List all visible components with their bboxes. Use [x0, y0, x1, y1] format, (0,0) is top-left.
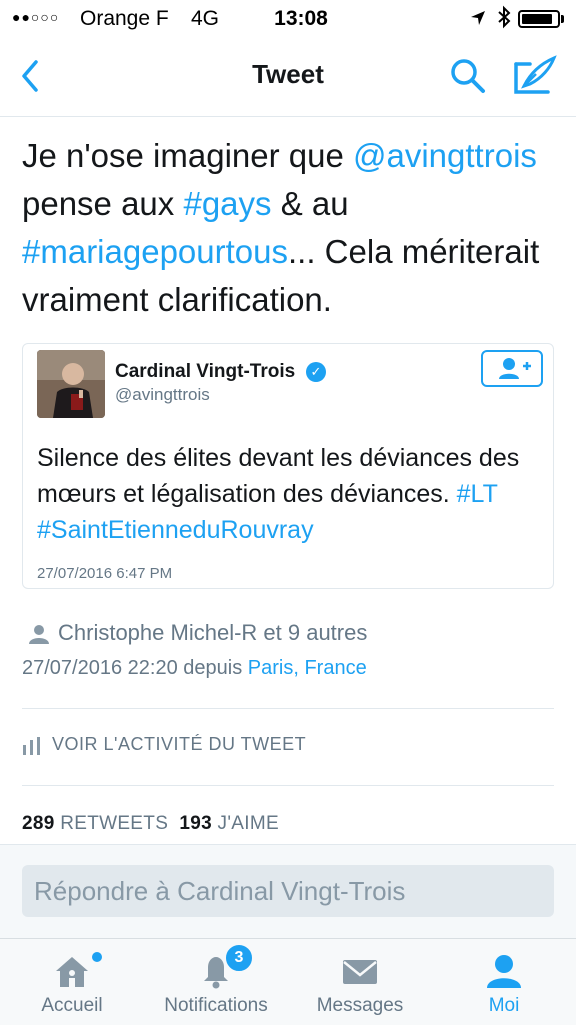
hashtag-link[interactable]: #gays: [183, 185, 271, 222]
bar-chart-icon: [23, 737, 40, 755]
timestamp-text: 27/07/2016 22:20 depuis: [22, 657, 248, 679]
compose-icon: [514, 55, 557, 94]
likes-count[interactable]: 193: [179, 813, 212, 834]
search-icon: [451, 59, 485, 93]
tab-me[interactable]: Moi: [432, 939, 576, 1025]
verified-badge-icon: ✓: [306, 362, 326, 382]
hashtag-link[interactable]: #LT: [457, 480, 498, 508]
clock: 13:08: [274, 7, 328, 30]
compose-tweet-button[interactable]: [512, 54, 558, 98]
page-title: Tweet: [252, 59, 324, 89]
tab-bar: Accueil 3 Notifications Messages Moi: [0, 938, 576, 1025]
retweets-count[interactable]: 289: [22, 813, 55, 834]
mention-link[interactable]: @avingttrois: [353, 137, 537, 174]
retweets-label[interactable]: RETWEETS: [60, 813, 168, 834]
retweeters-summary[interactable]: Christophe Michel-R et 9 autres: [58, 620, 367, 646]
tab-label: Messages: [316, 995, 404, 1016]
status-bar: ●●○○○ Orange F 4G 13:08: [0, 0, 576, 38]
tab-home[interactable]: Accueil: [0, 939, 144, 1025]
search-button[interactable]: [448, 56, 488, 96]
hashtag-link[interactable]: #SaintEtienneduRouvray: [37, 516, 314, 544]
add-user-icon: [499, 358, 531, 379]
view-activity-link[interactable]: VOIR L'ACTIVITÉ DU TWEET: [52, 734, 306, 755]
likes-label[interactable]: J'AIME: [218, 813, 279, 834]
notification-badge: 3: [224, 943, 254, 973]
tab-label: Accueil: [41, 995, 103, 1016]
follow-button[interactable]: [481, 350, 543, 387]
quoted-author-handle: @avingttrois: [115, 385, 210, 404]
person-icon: [487, 955, 521, 988]
envelope-icon: [343, 960, 377, 984]
quoted-tweet-card[interactable]: Cardinal Vingt-Trois ✓ @avingttrois Sile…: [22, 343, 554, 589]
quoted-text-body: Silence des élites devant les déviances …: [37, 444, 520, 508]
navigation-bar: Tweet: [0, 38, 576, 117]
tweet-stats: 289 RETWEETS 193 J'AIME: [22, 813, 279, 835]
quoted-author-name[interactable]: Cardinal Vingt-Trois: [115, 361, 295, 383]
hashtag-link[interactable]: #mariagepourtous: [22, 233, 288, 270]
network-type: 4G: [191, 7, 220, 30]
person-icon: [29, 625, 49, 644]
bluetooth-icon: [497, 5, 511, 35]
tab-label: Moi: [488, 995, 520, 1016]
divider: [22, 785, 554, 786]
avatar[interactable]: [37, 350, 105, 418]
tab-label: Notifications: [164, 995, 268, 1016]
tweet-timestamp: 27/07/2016 22:20 depuis Paris, France: [22, 657, 367, 680]
battery-tip: [561, 15, 564, 23]
divider: [22, 708, 554, 709]
tweet-text-part: & au: [271, 185, 349, 222]
tab-messages[interactable]: Messages: [288, 939, 432, 1025]
location-link[interactable]: Paris, France: [248, 657, 367, 679]
carrier-name: Orange F: [80, 7, 169, 30]
quoted-tweet-text: Silence des élites devant les déviances …: [37, 440, 547, 548]
battery-icon: [518, 10, 560, 28]
tab-notifications[interactable]: 3 Notifications: [144, 939, 288, 1025]
tweet-text: Je n'ose imaginer que @avingttrois pense…: [22, 132, 562, 324]
unread-dot: [92, 952, 102, 962]
tweet-text-part: Je n'ose imaginer que: [22, 137, 353, 174]
location-arrow-icon: [470, 6, 486, 32]
home-icon: [56, 957, 88, 987]
signal-strength: ●●○○○: [12, 9, 60, 25]
reply-input[interactable]: [22, 865, 554, 917]
tweet-text-part: pense aux: [22, 185, 184, 222]
quoted-tweet-date: 27/07/2016 6:47 PM: [37, 565, 173, 582]
